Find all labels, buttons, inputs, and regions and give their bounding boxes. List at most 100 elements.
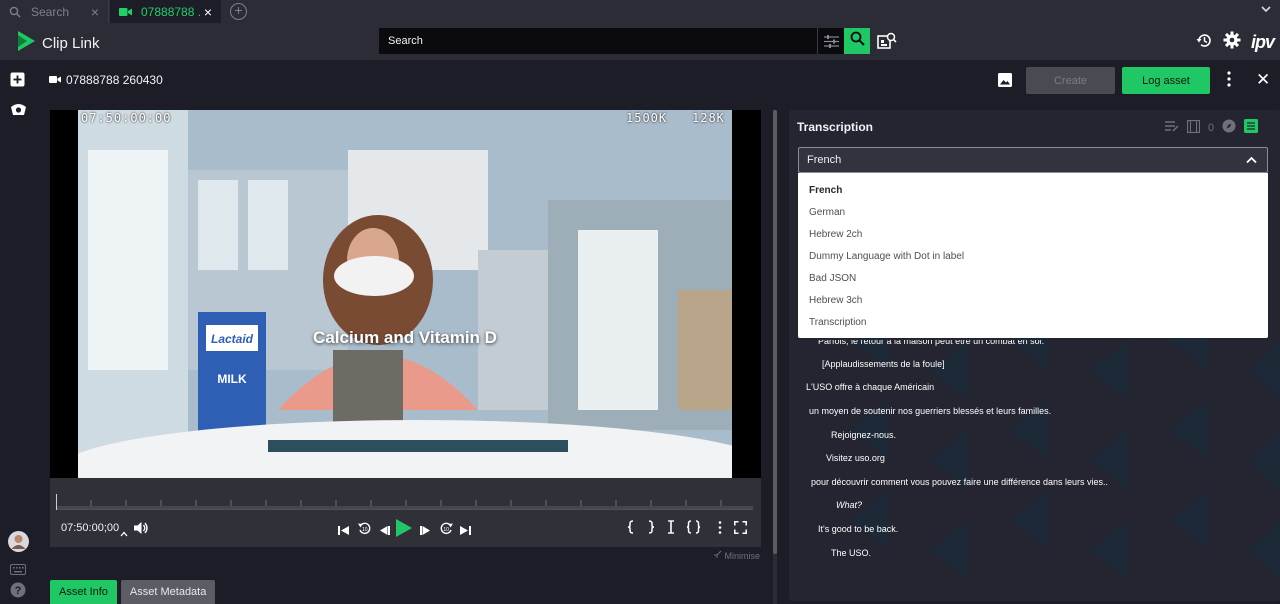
clear-marks-icon[interactable] — [686, 520, 701, 539]
search-icon — [850, 31, 865, 51]
crown-icon[interactable] — [10, 102, 27, 121]
frame-forward-icon[interactable] — [420, 523, 431, 541]
keyboard-icon[interactable] — [10, 562, 26, 580]
tab-asset-info[interactable]: Asset Info — [50, 580, 117, 604]
filter-sliders-icon[interactable] — [817, 28, 845, 54]
transcript-line[interactable]: [Applaudissements de la foule] — [822, 359, 945, 369]
kebab-icon[interactable] — [1227, 71, 1231, 92]
transcript-line[interactable]: L'USO offre à chaque Américain — [806, 382, 934, 392]
history-icon[interactable] — [1196, 32, 1213, 54]
tab-asset-label: 07888788 ... — [141, 4, 200, 19]
image-icon[interactable] — [998, 73, 1012, 92]
language-option[interactable]: Dummy Language with Dot in label — [798, 245, 1268, 267]
volume-icon[interactable] — [134, 521, 149, 540]
clip-link-logo-icon — [18, 31, 35, 56]
search-button[interactable] — [844, 28, 870, 54]
chevron-up-icon — [1246, 151, 1257, 169]
compass-icon[interactable] — [1222, 119, 1236, 136]
marker-icon[interactable] — [667, 520, 675, 539]
log-asset-button[interactable]: Log asset — [1122, 67, 1210, 94]
frame-back-icon[interactable] — [379, 523, 390, 541]
skip-end-icon[interactable] — [460, 523, 471, 541]
transcript-view-icon[interactable] — [1244, 119, 1259, 136]
transcription-title: Transcription — [797, 120, 874, 134]
tab-search[interactable]: Search × — [0, 0, 109, 23]
create-button[interactable]: Create — [1026, 67, 1115, 94]
timeline-scrubber[interactable] — [56, 494, 753, 510]
add-box-icon[interactable] — [10, 72, 25, 92]
clip-count: 0 — [1208, 121, 1215, 134]
subtitle-text: Calcium and Vitamin D — [313, 328, 497, 347]
add-tab-icon[interactable]: + — [230, 3, 247, 20]
timecode-overlay: 07:50:00:00 — [81, 111, 172, 125]
mark-in-icon[interactable] — [627, 520, 635, 539]
advanced-search-icon[interactable] — [877, 32, 897, 55]
header-actions: ipv — [1196, 31, 1275, 54]
search-icon — [9, 6, 23, 18]
forward-icon[interactable]: 10 — [440, 522, 453, 540]
video-camera-icon — [49, 73, 61, 87]
list-edit-icon[interactable] — [1165, 120, 1179, 135]
svg-text:MILK: MILK — [217, 372, 247, 386]
app-header: Clip Link ipv — [0, 23, 1280, 60]
language-option[interactable]: Transcription — [798, 311, 1268, 333]
skip-start-icon[interactable] — [338, 523, 349, 541]
minimise-icon — [713, 550, 725, 561]
language-option[interactable]: Bad JSON — [798, 267, 1268, 289]
svg-text:10: 10 — [362, 527, 368, 533]
close-icon[interactable]: × — [87, 4, 103, 20]
transcript-line[interactable]: Visitez uso.org — [826, 453, 885, 463]
play-icon[interactable] — [396, 519, 412, 542]
fullscreen-icon[interactable] — [734, 521, 747, 539]
svg-text:?: ? — [15, 585, 22, 597]
transcript-line[interactable]: un moyen de soutenir nos guerriers bless… — [809, 406, 1051, 416]
svg-text:10: 10 — [443, 527, 449, 533]
close-asset-button[interactable]: ✕ — [1256, 71, 1270, 88]
avatar[interactable] — [8, 531, 29, 557]
player-controls: 07:50:00;00 10 10 — [50, 478, 761, 547]
tab-asset-metadata[interactable]: Asset Metadata — [120, 580, 216, 604]
transcription-toolbar: 0 — [1165, 119, 1259, 136]
language-option[interactable]: Hebrew 3ch — [798, 289, 1268, 311]
language-option[interactable]: German — [798, 201, 1268, 223]
asset-tabs: Asset Info Asset Metadata — [50, 580, 216, 604]
app-logo[interactable]: Clip Link — [18, 31, 100, 56]
language-select[interactable]: French — [798, 147, 1268, 173]
chevron-down-icon[interactable] — [1260, 3, 1272, 18]
video-camera-icon — [119, 7, 133, 17]
browser-tab-bar: Search × 07888788 ... × + — [0, 0, 1280, 23]
transcript-line[interactable]: It's good to be back. — [818, 524, 898, 534]
left-sidebar: ? — [0, 60, 37, 604]
language-option[interactable]: Hebrew 2ch — [798, 223, 1268, 245]
video-frame[interactable]: Lactaid MILK 07:50:00:00 1500K 128K Calc… — [78, 110, 732, 478]
app-title: Clip Link — [42, 35, 100, 52]
gear-icon[interactable] — [1223, 31, 1241, 54]
transcription-panel: Transcription 0 French French German Heb… — [789, 110, 1280, 601]
asset-view: 07888788 260430 Create Log asset ✕ Lacta… — [37, 60, 1280, 604]
minimise-button[interactable]: Minimise — [713, 550, 760, 561]
transcript-line[interactable]: The USO. — [831, 548, 871, 558]
video-player: Lactaid MILK 07:50:00:00 1500K 128K Calc… — [50, 110, 761, 547]
tab-search-label: Search — [31, 4, 70, 19]
language-option[interactable]: French — [798, 179, 1268, 201]
video-still: Lactaid MILK — [78, 110, 732, 478]
current-timecode[interactable]: 07:50:00;00 — [61, 522, 119, 534]
search-input[interactable] — [379, 35, 809, 47]
search-bar — [379, 28, 845, 54]
film-icon[interactable] — [1186, 119, 1201, 136]
transcript-line[interactable]: What? — [836, 500, 862, 510]
scrollbar-thumb[interactable] — [773, 110, 777, 554]
asset-title: 07888788 260430 — [49, 73, 163, 87]
transcript-line[interactable]: Rejoignez-nous. — [831, 430, 896, 440]
close-icon[interactable]: × — [200, 4, 216, 20]
asset-title-text: 07888788 260430 — [66, 73, 163, 87]
language-select-value: French — [807, 154, 842, 166]
tab-asset[interactable]: 07888788 ... × — [110, 0, 221, 23]
rewind-icon[interactable]: 10 — [358, 522, 371, 540]
chevron-up-icon[interactable] — [120, 524, 128, 542]
help-icon[interactable]: ? — [10, 582, 26, 603]
language-dropdown: French German Hebrew 2ch Dummy Language … — [798, 173, 1268, 338]
player-menu-icon[interactable] — [718, 521, 722, 539]
mark-out-icon[interactable] — [647, 520, 655, 539]
transcript-line[interactable]: pour découvrir comment vous pouvez faire… — [811, 477, 1108, 487]
